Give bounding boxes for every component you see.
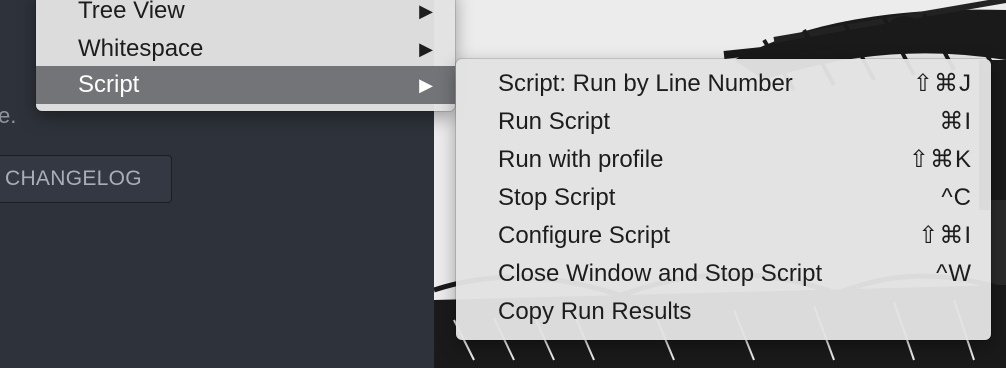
menu-item-label: Run Script — [498, 108, 611, 135]
menu-item-label: Stop Script — [498, 184, 616, 211]
menu-item-tree-view[interactable]: Tree View ▶ — [36, 0, 455, 30]
menu-item-run-by-line-number[interactable]: Script: Run by Line Number ⇧⌘J — [456, 65, 991, 103]
menu-item-script[interactable]: Script ▶ — [36, 66, 455, 104]
menu-item-label: Script — [78, 71, 140, 98]
keyboard-shortcut: ⇧⌘J — [912, 70, 972, 97]
screen: e. CHANGELOG Tree View ▶ Whitespace ▶ Sc… — [0, 0, 1006, 368]
keyboard-shortcut: ^W — [936, 260, 972, 287]
menu-item-copy-run-results[interactable]: Copy Run Results — [456, 293, 991, 331]
keyboard-shortcut: ^C — [941, 184, 972, 211]
menu-item-configure-script[interactable]: Configure Script ⇧⌘I — [456, 217, 991, 255]
menu-item-label: Script: Run by Line Number — [498, 70, 793, 97]
menu-item-label: Configure Script — [498, 222, 671, 249]
triangle-right-icon: ▶ — [419, 39, 433, 59]
menu-item-stop-script[interactable]: Stop Script ^C — [456, 179, 991, 217]
pane-text-fragment: e. — [0, 103, 17, 128]
menu-item-label: Tree View — [78, 0, 185, 24]
triangle-right-icon: ▶ — [419, 75, 433, 95]
keyboard-shortcut: ⇧⌘I — [918, 222, 972, 249]
menu-item-whitespace[interactable]: Whitespace ▶ — [36, 30, 455, 68]
menu-item-run-with-profile[interactable]: Run with profile ⇧⌘K — [456, 141, 991, 179]
changelog-button[interactable]: CHANGELOG — [0, 155, 172, 203]
keyboard-shortcut: ⇧⌘K — [908, 146, 972, 173]
script-submenu: Script: Run by Line Number ⇧⌘J Run Scrip… — [456, 59, 991, 340]
triangle-right-icon: ▶ — [419, 1, 433, 21]
menu-item-label: Close Window and Stop Script — [498, 260, 823, 287]
menu-item-run-script[interactable]: Run Script ⌘I — [456, 103, 991, 141]
parent-menu: Tree View ▶ Whitespace ▶ Script ▶ — [36, 0, 455, 111]
keyboard-shortcut: ⌘I — [939, 108, 972, 135]
menu-item-label: Whitespace — [78, 35, 204, 62]
menu-item-label: Run with profile — [498, 146, 664, 173]
menu-item-close-window-and-stop-script[interactable]: Close Window and Stop Script ^W — [456, 255, 991, 293]
menu-item-label: Copy Run Results — [498, 298, 692, 325]
